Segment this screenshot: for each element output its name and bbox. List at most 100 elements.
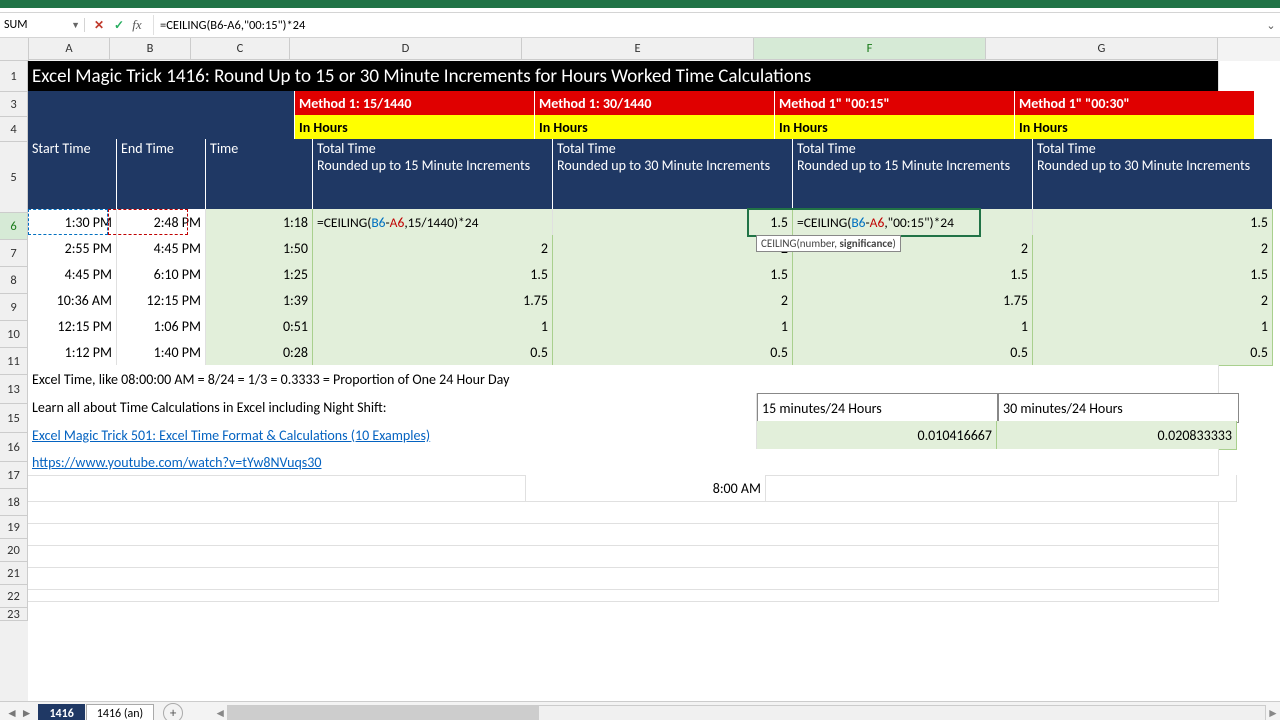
cell-g6[interactable]: 1.5: [1033, 209, 1273, 236]
hdr-start[interactable]: Start Time: [28, 139, 117, 211]
blank-navy[interactable]: [28, 91, 295, 117]
hdr-d[interactable]: Total TimeRounded up to 15 Minute Increm…: [313, 139, 553, 211]
formula-input[interactable]: =CEILING(B6-A6,"00:15")*24: [154, 18, 1262, 33]
row-7[interactable]: 7: [0, 240, 28, 267]
cell-a-7[interactable]: 2:55 PM: [28, 235, 117, 262]
cell-c-10[interactable]: 0:51: [206, 313, 313, 340]
cell-f-8[interactable]: 1.5: [793, 261, 1033, 288]
cell-d-9[interactable]: 1.75: [313, 287, 553, 314]
cell-b-9[interactable]: 12:15 PM: [117, 287, 206, 314]
row-3[interactable]: 3: [0, 92, 28, 117]
col-B[interactable]: B: [110, 38, 191, 60]
blank[interactable]: [766, 475, 1237, 502]
expand-formula-icon[interactable]: ⌄: [1262, 19, 1280, 32]
cell-d-10[interactable]: 1: [313, 313, 553, 340]
fx-icon[interactable]: fx: [129, 15, 149, 35]
cell-e-10[interactable]: 1: [553, 313, 793, 340]
method-hdr-2[interactable]: Method 1" "00:15": [775, 91, 1015, 115]
cell-c-6[interactable]: 1:18: [206, 209, 313, 236]
cell-d-11[interactable]: 0.5: [313, 339, 553, 366]
cell-a-11[interactable]: 1:12 PM: [28, 339, 117, 366]
tab-nav[interactable]: ◄ ►: [0, 706, 38, 720]
cell-d-7[interactable]: 2: [313, 235, 553, 262]
col-D[interactable]: D: [290, 38, 522, 60]
cell-e18[interactable]: 8:00 AM: [526, 475, 766, 502]
cell-b-10[interactable]: 1:06 PM: [117, 313, 206, 340]
hdr-e[interactable]: Total TimeRounded up to 30 Minute Increm…: [553, 139, 793, 211]
note-15[interactable]: Learn all about Time Calculations in Exc…: [28, 393, 757, 422]
row-10[interactable]: 10: [0, 321, 28, 348]
method-hdr-3[interactable]: Method 1" "00:30": [1015, 91, 1255, 115]
row-23[interactable]: 23: [0, 608, 28, 621]
cell-f16[interactable]: 0.010416667: [757, 421, 997, 450]
blank-navy[interactable]: [28, 115, 295, 141]
col-A[interactable]: A: [29, 38, 110, 60]
sheet-tab-0[interactable]: 1416: [38, 704, 84, 720]
cell-g15[interactable]: 30 minutes/24 Hours: [998, 393, 1239, 423]
col-C[interactable]: C: [191, 38, 290, 60]
cell-a-10[interactable]: 12:15 PM: [28, 313, 117, 340]
cell-f-11[interactable]: 0.5: [793, 339, 1033, 366]
cell-c-8[interactable]: 1:25: [206, 261, 313, 288]
cell-g-8[interactable]: 1.5: [1033, 261, 1273, 288]
cell-b-11[interactable]: 1:40 PM: [117, 339, 206, 366]
cell-f-10[interactable]: 1: [793, 313, 1033, 340]
blank[interactable]: [28, 523, 1219, 546]
row-21[interactable]: 21: [0, 562, 28, 585]
row-19[interactable]: 19: [0, 516, 28, 539]
row-16[interactable]: 16: [0, 433, 28, 462]
cancel-icon[interactable]: ✕: [89, 15, 109, 35]
blank[interactable]: [28, 567, 1219, 590]
enter-icon[interactable]: ✓: [109, 15, 129, 35]
blank[interactable]: [28, 501, 1219, 524]
in-hours-2[interactable]: In Hours: [775, 115, 1015, 139]
col-E[interactable]: E: [522, 38, 754, 60]
cell-a-9[interactable]: 10:36 AM: [28, 287, 117, 314]
cell-c-7[interactable]: 1:50: [206, 235, 313, 262]
row-13[interactable]: 13: [0, 375, 28, 404]
in-hours-3[interactable]: In Hours: [1015, 115, 1255, 139]
row-18[interactable]: 18: [0, 489, 28, 516]
row-20[interactable]: 20: [0, 539, 28, 562]
row-11[interactable]: 11: [0, 348, 28, 375]
note-13[interactable]: Excel Time, like 08:00:00 AM = 8/24 = 1/…: [28, 365, 1219, 394]
cell-e-8[interactable]: 1.5: [553, 261, 793, 288]
select-all-corner[interactable]: [0, 38, 29, 61]
cell-g-11[interactable]: 0.5: [1033, 339, 1273, 366]
cell-b-8[interactable]: 6:10 PM: [117, 261, 206, 288]
row-5[interactable]: 5: [0, 142, 28, 213]
cell-e-11[interactable]: 0.5: [553, 339, 793, 366]
sheet-tab-1[interactable]: 1416 (an): [86, 704, 154, 720]
grid[interactable]: Excel Magic Trick 1416: Round Up to 15 o…: [28, 61, 1273, 701]
cell-b-7[interactable]: 4:45 PM: [117, 235, 206, 262]
blank[interactable]: [28, 475, 526, 502]
col-F[interactable]: F: [754, 38, 986, 60]
row-9[interactable]: 9: [0, 294, 28, 321]
cell-f6[interactable]: =CEILING(B6-A6,"00:15")*24: [793, 209, 1033, 236]
title-cell[interactable]: Excel Magic Trick 1416: Round Up to 15 o…: [28, 61, 1219, 92]
row-6[interactable]: 6: [0, 213, 28, 240]
row-4[interactable]: 4: [0, 117, 28, 142]
hdr-g[interactable]: Total TimeRounded up to 30 Minute Increm…: [1033, 139, 1273, 211]
cell-g-7[interactable]: 2: [1033, 235, 1273, 262]
cell-f-9[interactable]: 1.75: [793, 287, 1033, 314]
row-8[interactable]: 8: [0, 267, 28, 294]
row-17[interactable]: 17: [0, 462, 28, 489]
row-15[interactable]: 15: [0, 404, 28, 433]
row-1[interactable]: 1: [0, 61, 28, 92]
in-hours-0[interactable]: In Hours: [295, 115, 535, 139]
in-hours-1[interactable]: In Hours: [535, 115, 775, 139]
hdr-time[interactable]: Time: [206, 139, 313, 211]
new-sheet-button[interactable]: +: [163, 703, 183, 720]
cell-f15[interactable]: 15 minutes/24 Hours: [757, 393, 998, 423]
chevron-down-icon[interactable]: ▼: [71, 20, 80, 31]
cell-d6[interactable]: =CEILING(B6-A6,15/1440)*24: [313, 209, 553, 236]
cell-a-8[interactable]: 4:45 PM: [28, 261, 117, 288]
cell-d-8[interactable]: 1.5: [313, 261, 553, 288]
cell-e6[interactable]: 1.5: [553, 209, 793, 236]
link-16[interactable]: Excel Magic Trick 501: Excel Time Format…: [28, 421, 757, 450]
cell-a-6[interactable]: 1:30 PM: [28, 209, 117, 236]
cell-b-6[interactable]: 2:48 PM: [117, 209, 206, 236]
cell-c-9[interactable]: 1:39: [206, 287, 313, 314]
blank[interactable]: [28, 589, 1219, 602]
